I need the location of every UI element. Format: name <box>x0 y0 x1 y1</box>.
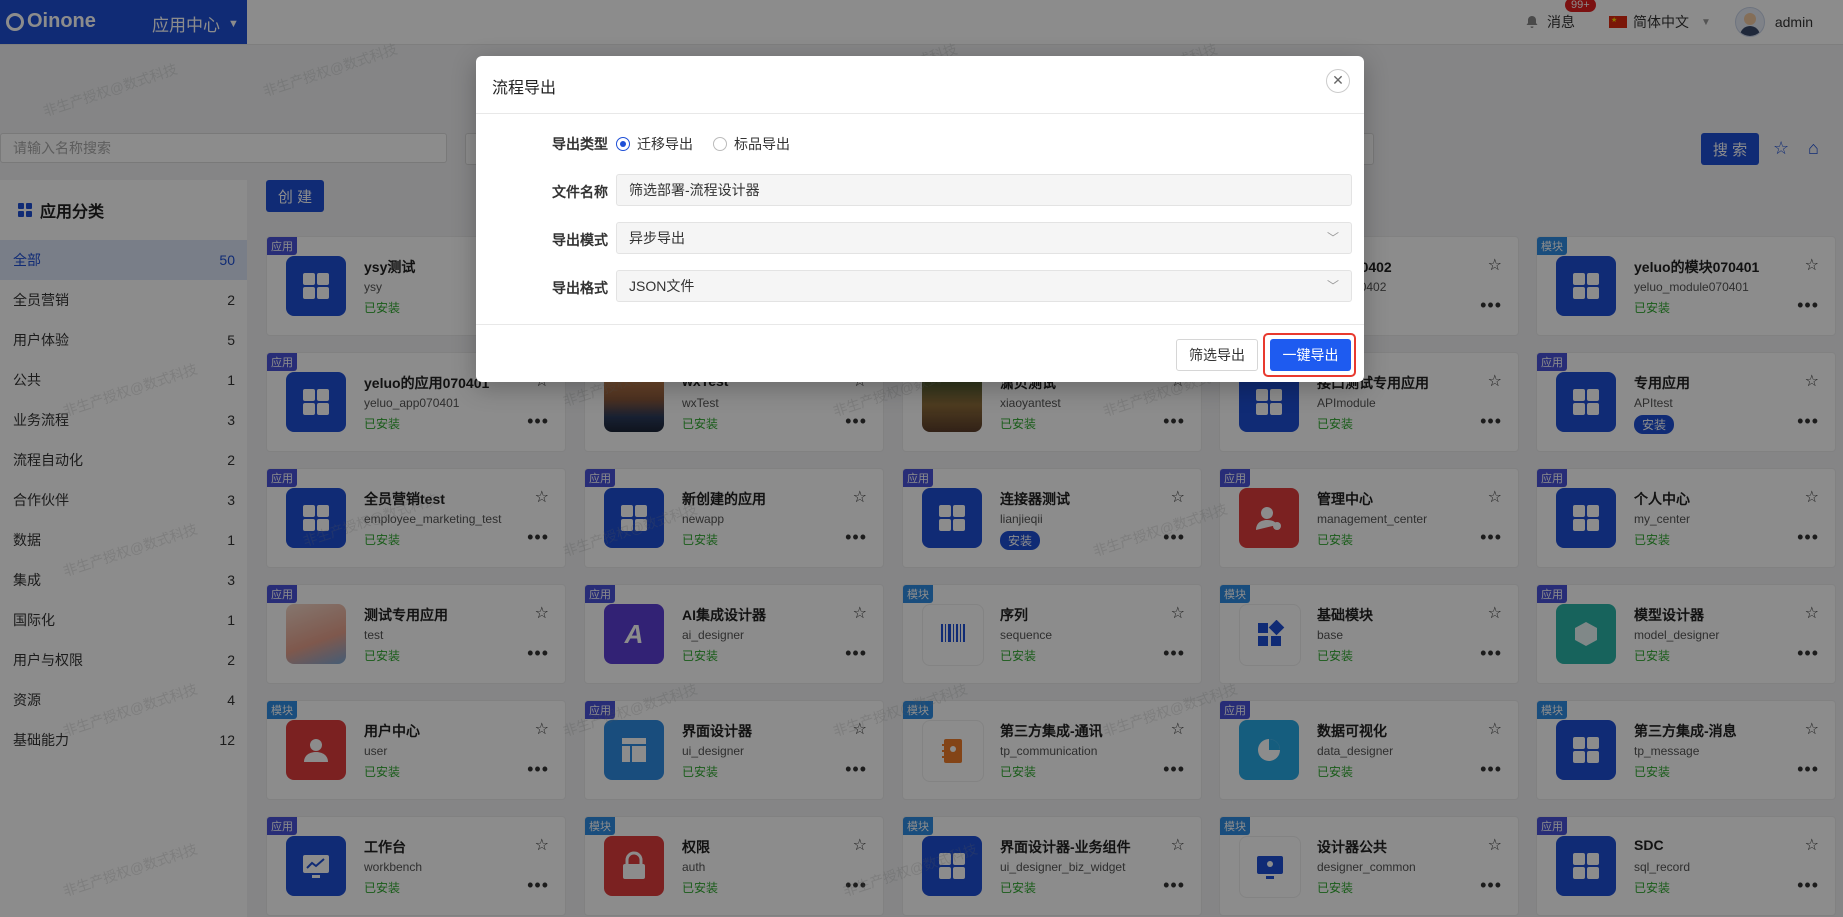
radio-unchecked-icon <box>713 137 727 151</box>
modal-header: 流程导出 ✕ <box>476 56 1364 114</box>
modal-title: 流程导出 <box>492 80 557 97</box>
file-name-row: 文件名称 筛选部署-流程设计器 <box>476 174 1364 206</box>
file-name-input[interactable]: 筛选部署-流程设计器 <box>616 174 1352 206</box>
process-export-dialog: 流程导出 ✕ 导出类型 迁移导出 标品导出 文件名称 筛选部署-流程设计器 导出… <box>476 56 1364 382</box>
export-type-label: 导出类型 <box>552 136 608 152</box>
chevron-down-icon: ﹀ <box>1326 231 1339 245</box>
radio-label: 迁移导出 <box>637 136 693 152</box>
one-click-export-button[interactable]: 一键导出 <box>1270 339 1351 371</box>
export-type-radio-group: 迁移导出 标品导出 <box>616 134 790 154</box>
export-format-value: JSON文件 <box>629 278 695 294</box>
close-icon[interactable]: ✕ <box>1326 69 1350 93</box>
export-mode-select[interactable]: 异步导出 ﹀ <box>616 222 1352 254</box>
filter-export-button[interactable]: 筛选导出 <box>1176 339 1258 371</box>
export-mode-label: 导出模式 <box>552 232 608 248</box>
highlight-box: 一键导出 <box>1263 333 1356 377</box>
export-format-select[interactable]: JSON文件 ﹀ <box>616 270 1352 302</box>
radio-migration-export[interactable]: 迁移导出 <box>616 134 693 154</box>
export-mode-row: 导出模式 异步导出 ﹀ <box>476 222 1364 254</box>
export-type-row: 导出类型 迁移导出 标品导出 <box>476 126 1364 158</box>
export-format-row: 导出格式 JSON文件 ﹀ <box>476 270 1364 302</box>
chevron-down-icon: ﹀ <box>1326 279 1339 293</box>
file-name-label: 文件名称 <box>552 184 608 200</box>
export-format-label: 导出格式 <box>552 280 608 296</box>
radio-checked-icon <box>616 137 630 151</box>
radio-standard-export[interactable]: 标品导出 <box>713 134 790 154</box>
export-mode-value: 异步导出 <box>629 230 685 246</box>
radio-label: 标品导出 <box>734 136 790 152</box>
modal-footer: 筛选导出 一键导出 <box>476 324 1364 383</box>
